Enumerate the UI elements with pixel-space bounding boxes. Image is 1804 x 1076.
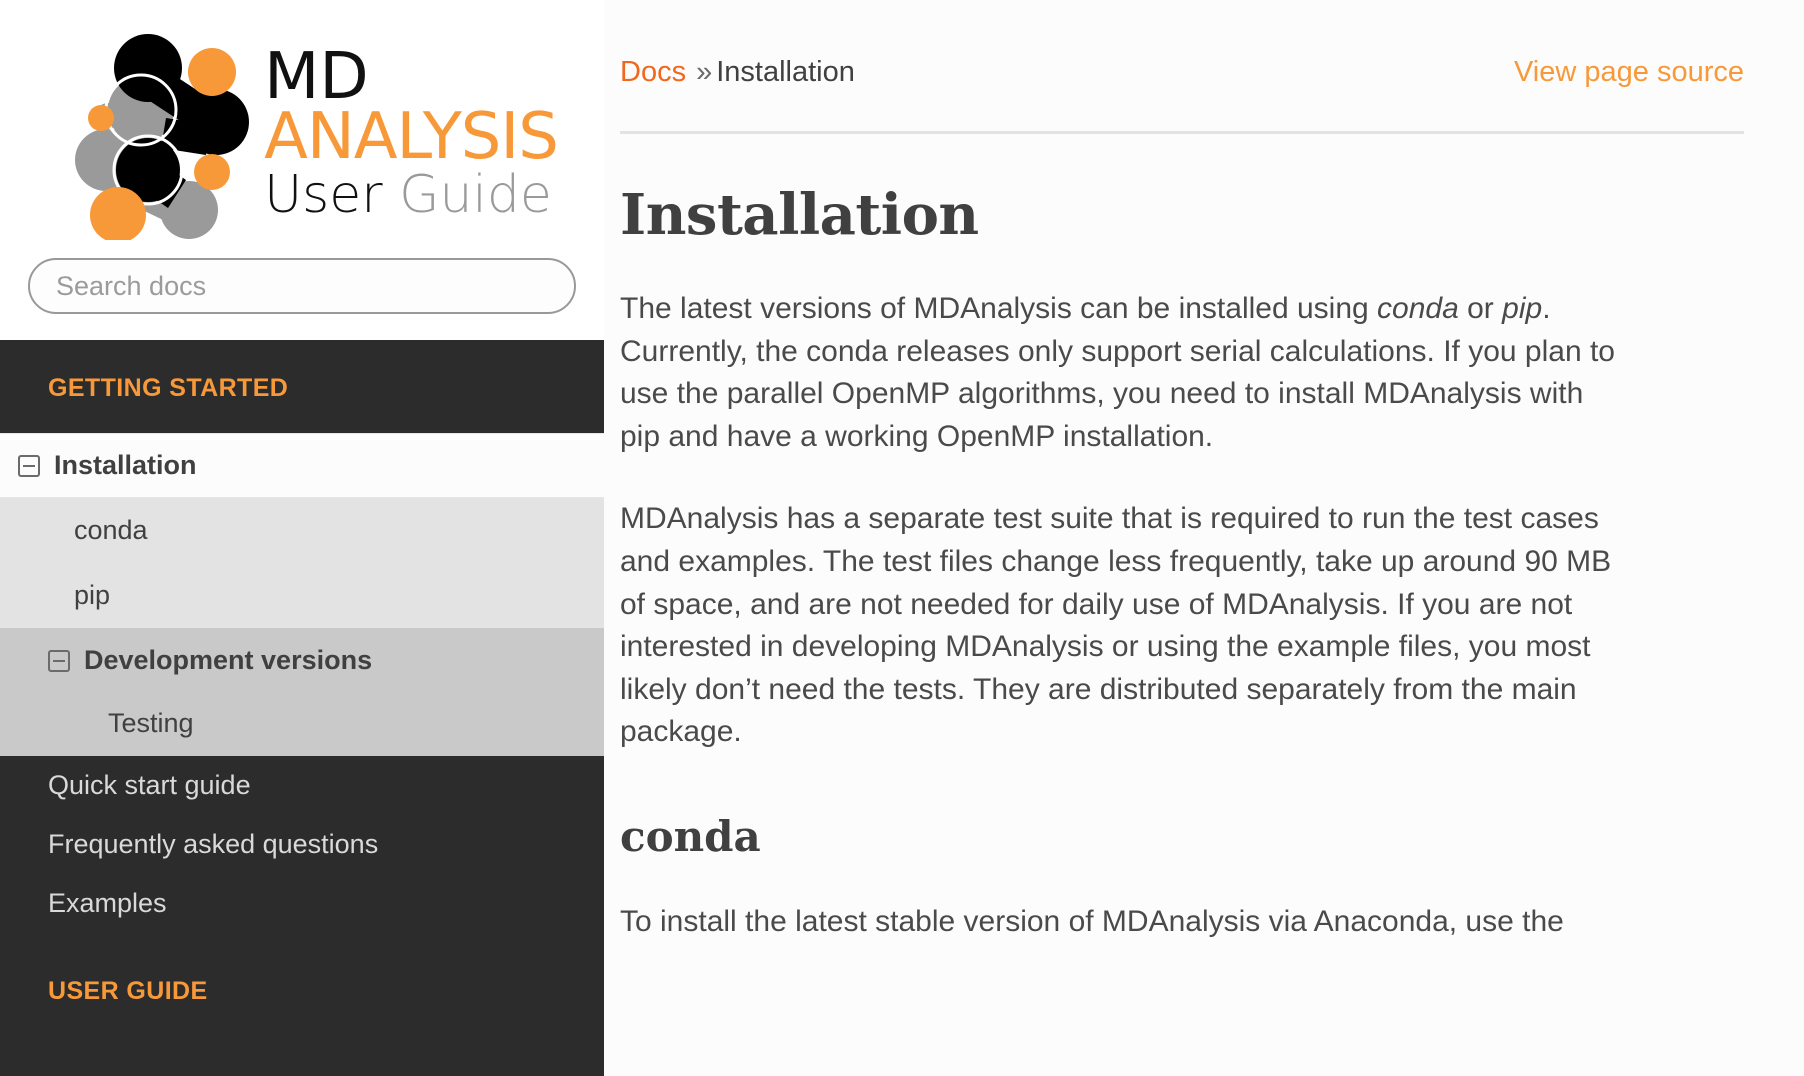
logo-line-md: MD bbox=[264, 39, 369, 114]
sidebar-item-frequently-asked-questions[interactable]: Frequently asked questions bbox=[0, 815, 604, 874]
page-title: Installation bbox=[620, 182, 979, 248]
sidebar-item-label: Development versions bbox=[84, 645, 373, 675]
logo-word-user: User bbox=[264, 164, 383, 225]
search-container bbox=[0, 240, 604, 314]
paragraph-test-suite: MDAnalysis has a separate test suite tha… bbox=[620, 502, 1612, 749]
content-column: Docs» Installation View page source Insta… bbox=[604, 0, 1804, 944]
sidebar-item-conda[interactable]: conda bbox=[0, 498, 604, 563]
header-divider bbox=[620, 131, 1744, 134]
paragraph-intro: The latest versions of MDAnalysis can be… bbox=[620, 288, 1630, 458]
site-logo[interactable]: MD ANALYSIS User Guide bbox=[0, 30, 604, 240]
sidebar-group-development-versions: Development versions Testing bbox=[0, 628, 604, 756]
paragraph-conda-install: To install the latest stable version of … bbox=[620, 904, 1564, 938]
logo-wordmark: MD ANALYSIS User Guide bbox=[264, 39, 559, 225]
sidebar: MD ANALYSIS User Guide GETTING STARTED I… bbox=[0, 0, 604, 1076]
breadcrumb-link-docs[interactable]: Docs bbox=[620, 56, 686, 88]
sidebar-header: MD ANALYSIS User Guide bbox=[0, 0, 604, 340]
emphasis-pip: pip bbox=[1502, 292, 1543, 325]
breadcrumb-separator-icon: » bbox=[696, 56, 713, 88]
sidebar-item-examples[interactable]: Examples bbox=[0, 874, 604, 933]
nav-caption-user-guide: USER GUIDE bbox=[0, 933, 604, 1028]
nav-caption-getting-started: GETTING STARTED bbox=[0, 340, 604, 433]
search-input[interactable] bbox=[28, 258, 576, 314]
sidebar-item-pip[interactable]: pip bbox=[0, 563, 604, 628]
documentation-page: MD ANALYSIS User Guide GETTING STARTED I… bbox=[0, 0, 1804, 1076]
sidebar-item-label: Installation bbox=[54, 450, 197, 480]
minus-box-icon[interactable] bbox=[18, 454, 40, 477]
logo-line-user-guide: User Guide bbox=[264, 164, 558, 225]
breadcrumb-row: Docs » Installation View page source bbox=[620, 0, 1744, 89]
minus-box-icon[interactable] bbox=[48, 649, 70, 672]
sidebar-item-development-versions[interactable]: Development versions bbox=[0, 628, 604, 693]
mdanalysis-molecule-logo-icon bbox=[75, 34, 250, 240]
breadcrumb: Docs » Installation bbox=[620, 56, 855, 89]
logo-line-analysis: ANALYSIS bbox=[264, 99, 559, 174]
sidebar-nav: GETTING STARTED Installation conda pip D… bbox=[0, 340, 604, 1028]
sidebar-item-installation[interactable]: Installation bbox=[0, 433, 604, 498]
paragraph-intro-part1: The latest versions of MDAnalysis can be… bbox=[620, 292, 1378, 325]
breadcrumb-current: Installation bbox=[716, 56, 855, 88]
sidebar-item-testing[interactable]: Testing bbox=[0, 693, 604, 756]
logo-word-guide: Guide bbox=[399, 164, 552, 225]
main-content: Docs» Installation View page source Insta… bbox=[604, 0, 1804, 1076]
emphasis-conda: conda bbox=[1377, 292, 1459, 325]
paragraph-intro-part2: or bbox=[1458, 292, 1503, 325]
section-title-conda: conda bbox=[620, 811, 761, 861]
view-page-source-link[interactable]: View page source bbox=[1514, 56, 1744, 89]
sidebar-item-quick-start-guide[interactable]: Quick start guide bbox=[0, 756, 604, 815]
